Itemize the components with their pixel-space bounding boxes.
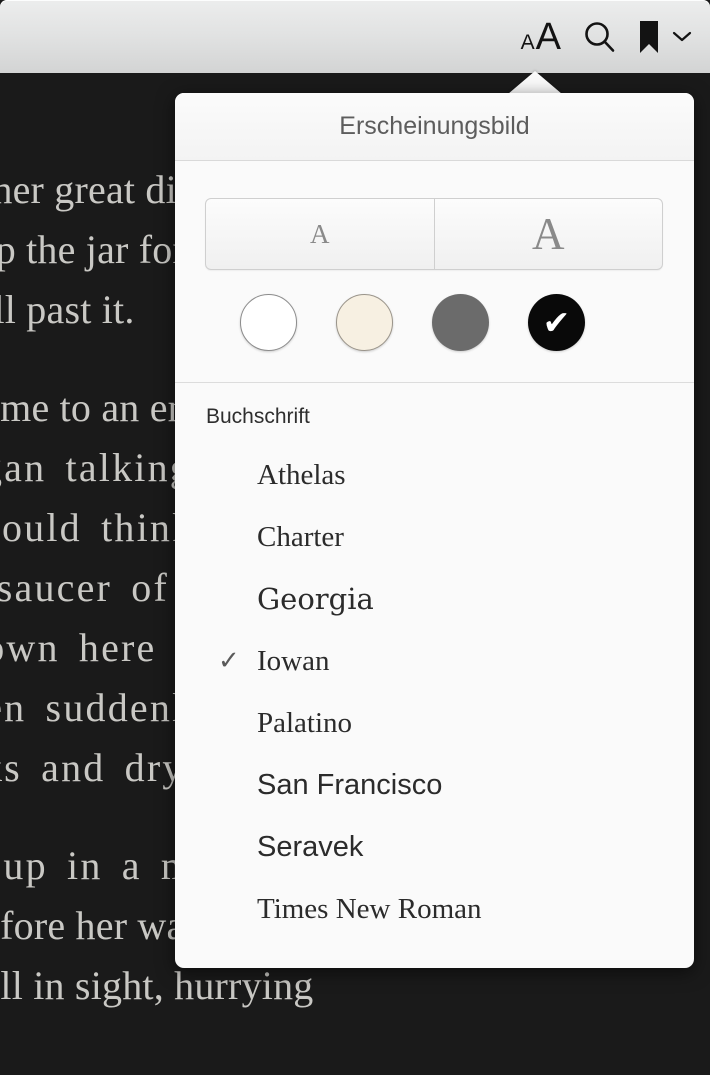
font-section: Buchschrift Athelas Charter Georgia ✓ Io… [175,383,694,940]
popover-arrow [508,71,562,94]
decrease-font-size-button[interactable]: A [206,199,434,269]
font-label-seravek: Seravek [257,830,364,863]
increase-font-size-button[interactable]: A [433,199,663,269]
font-label-charter: Charter [257,520,344,553]
font-size-segmented-control[interactable]: A A [205,198,663,270]
font-size-icon[interactable]: A A [521,18,561,56]
font-list-item-palatino[interactable]: Palatino [175,692,694,754]
font-label-san-francisco: San Francisco [257,768,443,801]
toolbar: A A [0,0,710,73]
font-check-iowan: ✓ [218,646,240,676]
font-list-item-seravek[interactable]: Seravek [175,816,694,878]
decrease-font-size-label: A [310,218,330,249]
font-size-large-a: A [535,15,561,58]
search-icon[interactable] [583,20,616,53]
font-label-iowan: Iowan [257,644,330,677]
font-label-times-new-roman: Times New Roman [257,892,482,925]
bookmark-button[interactable] [638,20,692,54]
font-label-athelas: Athelas [257,458,346,491]
popover-header: Erscheinungsbild [175,93,694,161]
bookmark-icon [638,20,660,54]
font-section-label: Buchschrift [206,405,310,428]
font-label-palatino: Palatino [257,706,353,739]
chevron-down-icon[interactable] [672,30,692,43]
font-list-item-athelas[interactable]: Athelas [175,444,694,506]
page-title: Erscheinungsbild [339,112,530,140]
theme-swatch-white[interactable] [240,294,297,351]
font-list: Athelas Charter Georgia ✓ Iowan Palatino [175,444,694,940]
font-list-item-times-new-roman[interactable]: Times New Roman [175,878,694,940]
theme-swatch-row: ✔ [240,270,694,351]
font-list-item-san-francisco[interactable]: San Francisco [175,754,694,816]
font-size-section: A A [175,161,694,270]
font-size-small-a: A [520,30,535,54]
increase-font-size-label: A [532,209,565,259]
font-list-item-charter[interactable]: Charter [175,506,694,568]
font-list-item-georgia[interactable]: Georgia [175,568,694,630]
appearance-popover: Erscheinungsbild A A ✔ Buchschrift Athel… [175,93,694,968]
theme-check-black: ✔ [542,303,571,342]
theme-swatch-sepia[interactable] [336,294,393,351]
font-label-georgia: Georgia [257,582,374,616]
theme-swatch-gray[interactable] [432,294,489,351]
theme-swatch-black[interactable]: ✔ [528,294,585,351]
font-list-item-iowan[interactable]: ✓ Iowan [175,630,694,692]
